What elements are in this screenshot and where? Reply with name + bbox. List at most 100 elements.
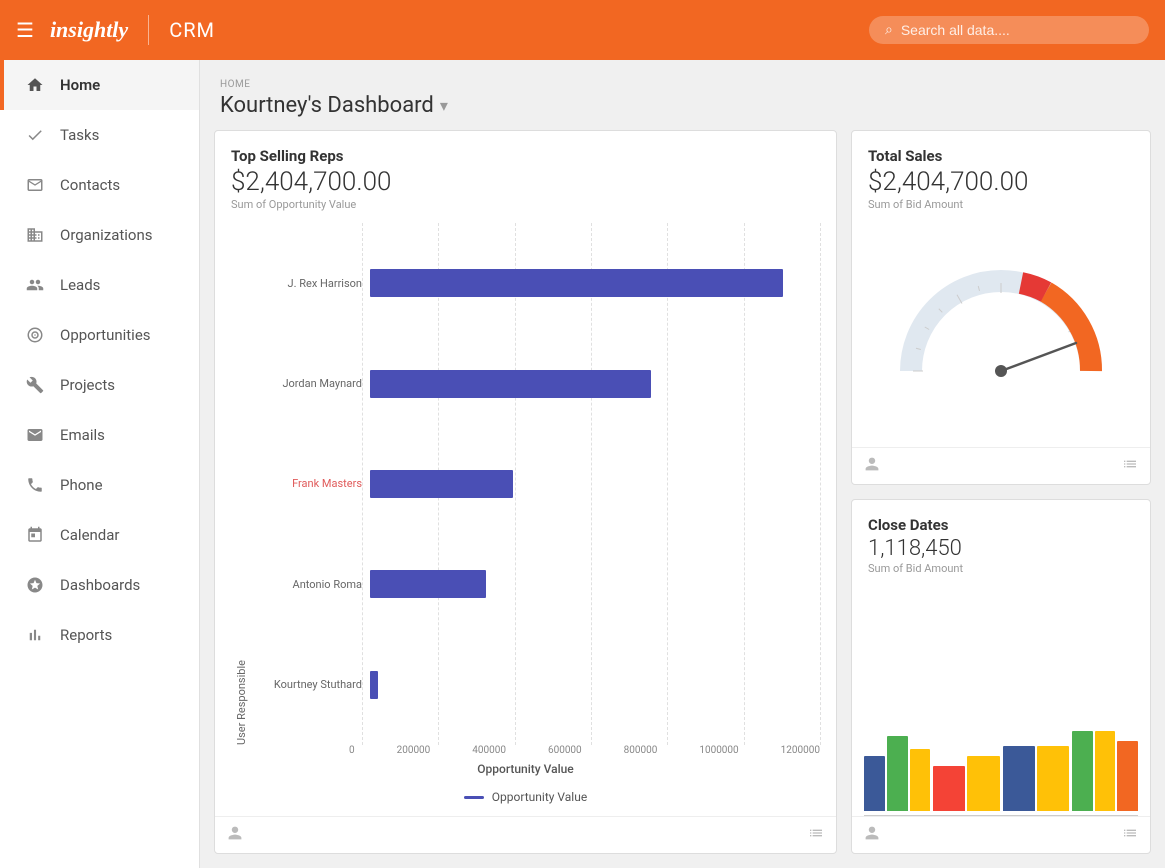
cd-bar-group-1 bbox=[933, 756, 999, 811]
sidebar-label-leads: Leads bbox=[60, 276, 100, 294]
search-input[interactable] bbox=[901, 22, 1133, 38]
sidebar-item-contacts[interactable]: Contacts bbox=[0, 160, 199, 210]
sidebar-item-phone[interactable]: Phone bbox=[0, 460, 199, 510]
bar-fill-0 bbox=[370, 269, 783, 297]
bar-row-3: Antonio Roma bbox=[252, 570, 820, 598]
cd-footer-list-icon bbox=[1122, 825, 1138, 845]
phone-icon bbox=[24, 474, 46, 496]
bar-row-4: Kourtney Stuthard bbox=[252, 671, 820, 699]
dashboards-icon bbox=[24, 574, 46, 596]
cd-bar-2-0 bbox=[1003, 746, 1035, 811]
x-axis-labels: 0 200000 400000 600000 800000 1000000 12… bbox=[349, 745, 820, 756]
main-layout: Home Tasks Contacts Organizations Leads bbox=[0, 60, 1165, 868]
top-selling-title: Top Selling Reps bbox=[231, 147, 820, 165]
sidebar-label-opportunities: Opportunities bbox=[60, 326, 151, 344]
bar-track-0 bbox=[370, 269, 820, 297]
close-dates-subtitle: Sum of Bid Amount bbox=[868, 562, 1134, 575]
top-selling-panel: Top Selling Reps $2,404,700.00 Sum of Op… bbox=[214, 130, 837, 854]
bar-track-4 bbox=[370, 671, 820, 699]
logo: insightly bbox=[50, 17, 128, 43]
sidebar-item-reports[interactable]: Reports bbox=[0, 610, 199, 660]
sidebar-label-contacts: Contacts bbox=[60, 176, 120, 194]
chart-legend: Opportunity Value bbox=[231, 782, 820, 808]
cd-bar-3-2 bbox=[1117, 741, 1138, 811]
footer-user-icon bbox=[227, 825, 243, 845]
close-dates-value: 1,118,450 bbox=[868, 536, 1134, 561]
header-divider bbox=[148, 15, 149, 45]
sidebar-label-reports: Reports bbox=[60, 626, 112, 644]
dashboard-panels: Top Selling Reps $2,404,700.00 Sum of Op… bbox=[200, 130, 1165, 868]
sidebar-item-opportunities[interactable]: Opportunities bbox=[0, 310, 199, 360]
x-label-0: 0 bbox=[349, 745, 355, 756]
header: ☰ insightly CRM ⌕ bbox=[0, 0, 1165, 60]
close-dates-title: Close Dates bbox=[868, 516, 1134, 534]
bar-track-2 bbox=[370, 470, 820, 498]
bar-row-1: Jordan Maynard bbox=[252, 370, 820, 398]
sidebar-label-dashboards: Dashboards bbox=[60, 576, 140, 594]
cd-bar-2-1 bbox=[1037, 746, 1069, 811]
sidebar-item-leads[interactable]: Leads bbox=[0, 260, 199, 310]
page-title: Kourtney's Dashboard bbox=[220, 93, 434, 118]
close-dates-footer bbox=[852, 816, 1150, 853]
breadcrumb: HOME bbox=[220, 79, 250, 90]
leads-icon bbox=[24, 274, 46, 296]
bar-chart-inner: User Responsible bbox=[231, 223, 820, 745]
app-name: CRM bbox=[169, 18, 215, 42]
sidebar-item-emails[interactable]: Emails bbox=[0, 410, 199, 460]
sidebar-item-tasks[interactable]: Tasks bbox=[0, 110, 199, 160]
top-selling-footer bbox=[215, 816, 836, 853]
opportunities-icon bbox=[24, 324, 46, 346]
calendar-icon bbox=[24, 524, 46, 546]
tasks-icon bbox=[24, 124, 46, 146]
bar-fill-2 bbox=[370, 470, 513, 498]
search-bar[interactable]: ⌕ bbox=[869, 16, 1149, 44]
top-selling-header: Top Selling Reps $2,404,700.00 Sum of Op… bbox=[215, 131, 836, 215]
total-sales-subtitle: Sum of Bid Amount bbox=[868, 198, 1134, 211]
sidebar-item-home[interactable]: Home bbox=[0, 60, 199, 110]
legend-label: Opportunity Value bbox=[492, 790, 587, 804]
bar-chart-area: User Responsible bbox=[215, 215, 836, 816]
sidebar-item-dashboards[interactable]: Dashboards bbox=[0, 560, 199, 610]
cd-bar-0-1 bbox=[887, 736, 908, 811]
menu-icon[interactable]: ☰ bbox=[16, 18, 34, 42]
bar-label-2: Frank Masters bbox=[252, 477, 362, 490]
sidebar-item-calendar[interactable]: Calendar bbox=[0, 510, 199, 560]
content-area: HOME Kourtney's Dashboard ▾ Top Selling … bbox=[200, 60, 1165, 868]
right-panels: Total Sales $2,404,700.00 Sum of Bid Amo… bbox=[851, 130, 1151, 854]
x-label-4: 800000 bbox=[624, 745, 658, 756]
bar-row-2: Frank Masters bbox=[252, 470, 820, 498]
contacts-icon bbox=[24, 174, 46, 196]
breadcrumb-bar: HOME bbox=[200, 60, 1165, 91]
close-dates-panel: Close Dates 1,118,450 Sum of Bid Amount bbox=[851, 499, 1151, 854]
gauge-container bbox=[852, 215, 1150, 447]
total-sales-footer bbox=[852, 447, 1150, 484]
cd-bar-1-1 bbox=[967, 756, 999, 811]
top-selling-subtitle: Sum of Opportunity Value bbox=[231, 198, 820, 211]
sidebar-item-organizations[interactable]: Organizations bbox=[0, 210, 199, 260]
organizations-icon bbox=[24, 224, 46, 246]
sidebar-label-projects: Projects bbox=[60, 376, 115, 394]
sidebar-label-home: Home bbox=[60, 76, 100, 94]
reports-icon bbox=[24, 624, 46, 646]
cd-bar-3-0 bbox=[1072, 731, 1093, 811]
total-sales-header: Total Sales $2,404,700.00 Sum of Bid Amo… bbox=[852, 131, 1150, 215]
sidebar-label-calendar: Calendar bbox=[60, 526, 120, 544]
close-dates-chart bbox=[852, 579, 1150, 815]
total-sales-panel: Total Sales $2,404,700.00 Sum of Bid Amo… bbox=[851, 130, 1151, 485]
footer-list-icon bbox=[808, 825, 824, 845]
bar-label-4: Kourtney Stuthard bbox=[252, 678, 362, 691]
x-label-6: 1200000 bbox=[781, 745, 820, 756]
ts-footer-user-icon bbox=[864, 456, 880, 476]
cd-bar-0-0 bbox=[864, 756, 885, 811]
bar-fill-1 bbox=[370, 370, 651, 398]
sidebar-item-projects[interactable]: Projects bbox=[0, 360, 199, 410]
bar-label-0: J. Rex Harrison bbox=[252, 277, 362, 290]
bar-row-0: J. Rex Harrison bbox=[252, 269, 820, 297]
bar-label-1: Jordan Maynard bbox=[252, 377, 362, 390]
y-axis-label: User Responsible bbox=[231, 223, 252, 745]
top-selling-value: $2,404,700.00 bbox=[231, 167, 820, 197]
sidebar-label-phone: Phone bbox=[60, 476, 103, 494]
dashboard-dropdown-arrow[interactable]: ▾ bbox=[440, 96, 448, 115]
sidebar-label-emails: Emails bbox=[60, 426, 105, 444]
search-icon: ⌕ bbox=[885, 22, 893, 38]
